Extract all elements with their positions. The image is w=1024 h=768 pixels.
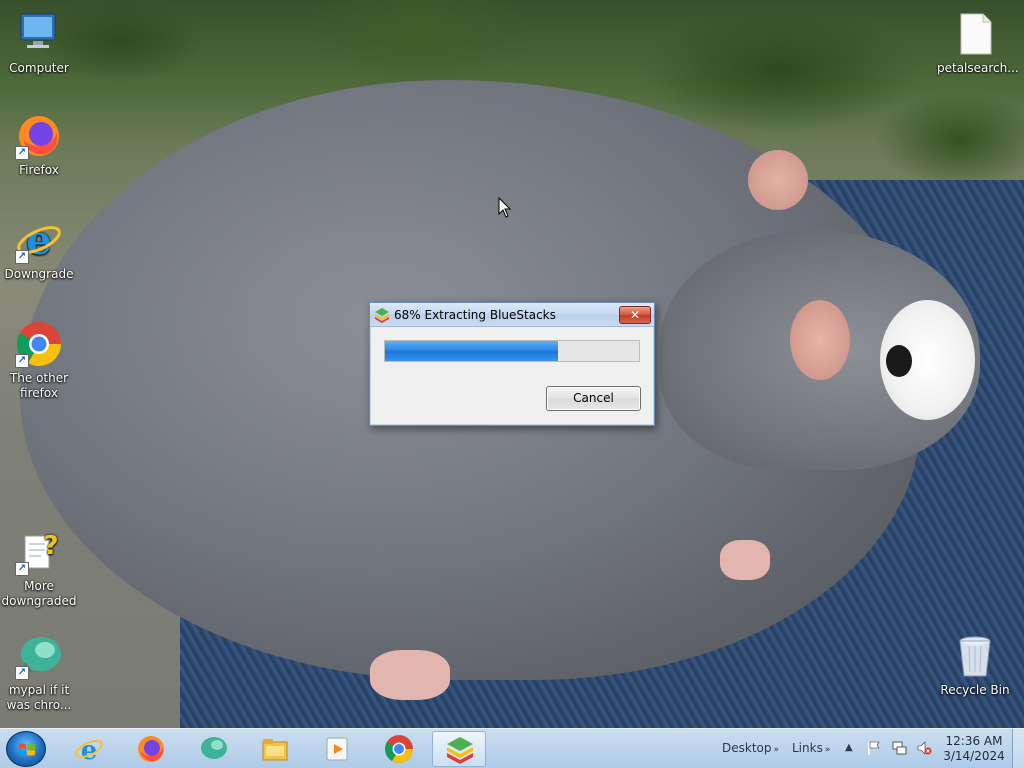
desktop-icon-label: petalsearch... xyxy=(937,61,1019,75)
network-icon[interactable] xyxy=(891,740,907,756)
windows-start-icon[interactable] xyxy=(6,731,46,767)
taskbar-file-explorer[interactable] xyxy=(248,731,302,767)
system-clock[interactable]: 12:36 AM 3/14/2024 xyxy=(940,734,1008,764)
desktop-icon-recycle-bin[interactable]: Recycle Bin xyxy=(937,632,1013,698)
svg-text:e: e xyxy=(26,217,51,264)
desktop-icon-label: Firefox xyxy=(19,163,59,177)
computer-icon xyxy=(15,10,63,58)
links-toolbar-label: Links xyxy=(792,741,823,755)
bluestacks-icon xyxy=(447,737,473,764)
desktop-icon-firefox[interactable]: ↗ Firefox xyxy=(1,112,77,178)
mypal-icon: ↗ xyxy=(15,632,63,680)
clock-time: 12:36 AM xyxy=(945,734,1003,748)
desktop-icon-the-other-firefox[interactable]: ↗ The other firefox xyxy=(1,320,77,401)
chevron-right-icon: » xyxy=(824,745,831,755)
flag-icon[interactable] xyxy=(866,740,882,756)
bluestacks-icon xyxy=(374,307,390,323)
desktop-icon-computer[interactable]: Computer xyxy=(1,10,77,76)
chrome-icon: ↗ xyxy=(15,320,63,368)
desktop-icon-downgrade[interactable]: e ↗ Downgrade xyxy=(1,216,77,282)
taskbar: e Desktop » Links » ▲ 12:36 AM 3/14/2024 xyxy=(0,728,1024,768)
show-desktop-button[interactable] xyxy=(1012,729,1024,768)
progress-fill xyxy=(385,341,558,361)
desktop-icon-label: Recycle Bin xyxy=(940,683,1010,697)
shortcut-arrow-icon: ↗ xyxy=(15,146,29,160)
shortcut-arrow-icon: ↗ xyxy=(15,250,29,264)
dialog-titlebar[interactable]: 68% Extracting BlueStacks ✕ xyxy=(370,303,654,327)
chevron-right-icon: » xyxy=(773,745,780,755)
cancel-button[interactable]: Cancel xyxy=(546,386,641,411)
blank-file-icon xyxy=(951,10,999,58)
shortcut-arrow-icon: ↗ xyxy=(15,666,29,680)
taskbar-mypal[interactable] xyxy=(186,731,240,767)
taskbar-internet-explorer[interactable]: e xyxy=(62,731,116,767)
desktop-toolbar[interactable]: Desktop» xyxy=(722,741,779,755)
taskbar-chrome[interactable] xyxy=(372,731,426,767)
chrome-icon xyxy=(385,735,413,763)
recycle-bin-icon xyxy=(951,632,999,680)
mypal-icon xyxy=(201,737,227,759)
shortcut-arrow-icon: ↗ xyxy=(15,354,29,368)
internet-explorer-icon: e xyxy=(75,736,103,764)
extract-progress-bar xyxy=(384,340,640,362)
desktop-icon-label: The other firefox xyxy=(9,371,69,400)
desktop-toolbar-label: Desktop xyxy=(722,741,772,755)
desktop-icon-label: mypal if it was chro... xyxy=(6,683,72,712)
taskbar-bluestacks[interactable] xyxy=(432,731,486,767)
taskbar-media-player[interactable] xyxy=(310,731,364,767)
svg-text:?: ? xyxy=(43,531,58,561)
file-explorer-icon xyxy=(262,739,288,761)
close-button[interactable]: ✕ xyxy=(619,306,651,324)
desktop-icon-petalsearch[interactable]: petalsearch... xyxy=(937,10,1019,76)
desktop-icon-more-downgraded[interactable]: ? ↗ More downgraded xyxy=(1,528,77,609)
internet-explorer-icon: e ↗ xyxy=(15,216,63,264)
shortcut-arrow-icon: ↗ xyxy=(15,562,29,576)
firefox-icon: ↗ xyxy=(15,112,63,160)
desktop-icon-label: More downgraded xyxy=(1,579,77,608)
clock-date: 3/14/2024 xyxy=(943,749,1005,763)
desktop-icon-label: Computer xyxy=(9,61,69,75)
desktop-icon-label: Downgrade xyxy=(4,267,74,281)
links-toolbar[interactable]: Links» xyxy=(792,741,830,755)
help-file-icon: ? ↗ xyxy=(15,528,63,576)
show-hidden-icons-icon[interactable]: ▲ xyxy=(845,742,853,753)
mouse-cursor-icon xyxy=(498,196,512,219)
dialog-title: 68% Extracting BlueStacks xyxy=(394,308,556,322)
firefox-icon xyxy=(138,736,164,762)
volume-muted-icon[interactable] xyxy=(916,740,932,756)
taskbar-firefox[interactable] xyxy=(124,731,178,767)
extract-dialog: 68% Extracting BlueStacks ✕ Cancel xyxy=(369,302,655,426)
desktop-icon-mypal[interactable]: ↗ mypal if it was chro... xyxy=(1,632,77,713)
media-player-icon xyxy=(326,737,348,761)
